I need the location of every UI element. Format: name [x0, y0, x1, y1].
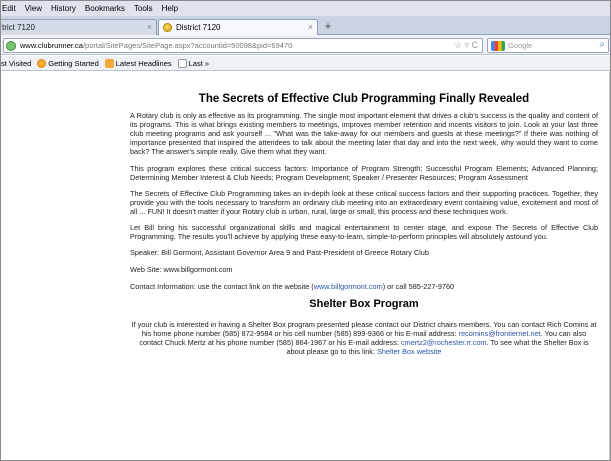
- url-action-icons[interactable]: ☆ ▿ C: [454, 40, 478, 51]
- search-placeholder: Google: [508, 41, 533, 50]
- menu-bar: Edit View History Bookmarks Tools Help: [1, 1, 610, 16]
- speaker-line: Speaker: Bill Gormont, Assistant Governo…: [130, 248, 429, 258]
- page-icon: [177, 58, 187, 68]
- tab-label: trict 7120: [2, 23, 35, 32]
- rss-icon: [104, 58, 114, 68]
- tab-strip: trict 7120 × District 7120 × +: [1, 16, 610, 35]
- intro-paragraph: A Rotary club is only as effective as it…: [130, 111, 598, 157]
- url-domain: www.clubrunner.ca: [20, 41, 83, 50]
- site-identity-icon[interactable]: [6, 40, 16, 51]
- bookmark-most-visited[interactable]: st Visited: [1, 59, 31, 68]
- contact-text: Contact Information: use the contact lin…: [130, 282, 314, 292]
- page-content: The Secrets of Effective Club Programmin…: [1, 72, 610, 460]
- firefox-icon: [37, 58, 47, 68]
- window-edge: [609, 72, 610, 460]
- bookmark-getting-started[interactable]: Getting Started: [37, 58, 99, 68]
- shelter-box-title: Shelter Box Program: [309, 297, 419, 310]
- shelter-box-website-link[interactable]: Shelter Box website: [377, 347, 442, 356]
- bookmarks-toolbar: st Visited Getting Started Latest Headli…: [1, 56, 610, 71]
- url-path: /portal/SitePages/SitePage.aspx?accounti…: [82, 41, 293, 50]
- menu-bookmarks[interactable]: Bookmarks: [85, 4, 125, 13]
- bookmark-label: st Visited: [1, 58, 32, 68]
- bookmark-label: Getting Started: [48, 58, 99, 68]
- address-bar[interactable]: www.clubrunner.ca/portal/SitePages/SiteP…: [3, 38, 483, 53]
- page-title: The Secrets of Effective Club Programmin…: [198, 93, 530, 105]
- bookmark-latest-headlines[interactable]: Latest Headlines: [104, 58, 172, 68]
- article: The Secrets of Effective Club Programmin…: [130, 93, 598, 363]
- billgormont-link[interactable]: www.billgormont.com: [314, 282, 383, 291]
- new-tab-button[interactable]: +: [321, 20, 335, 34]
- bill-paragraph: Let Bill bring his successful organizati…: [130, 223, 598, 242]
- close-icon[interactable]: ×: [308, 22, 313, 32]
- email-link-cmertz2[interactable]: cmertz2@rochester.rr.com: [401, 338, 487, 347]
- email-link-recomins[interactable]: recomins@frontiernet.net: [459, 329, 541, 338]
- rotary-favicon-icon: [163, 23, 172, 32]
- menu-tools[interactable]: Tools: [134, 4, 153, 13]
- search-input[interactable]: Google ⌕: [487, 38, 609, 53]
- website-line: Web Site: www.billgormont.com: [130, 265, 233, 275]
- navigation-bar: www.clubrunner.ca/portal/SitePages/SiteP…: [1, 35, 610, 55]
- success-factors-paragraph: This program explores these critical suc…: [130, 163, 598, 182]
- bookmark-label: Latest Headlines: [115, 58, 172, 68]
- bookmark-last[interactable]: Last »: [177, 58, 210, 68]
- tab-district-7120[interactable]: District 7120 ×: [158, 19, 318, 35]
- menu-help[interactable]: Help: [162, 4, 178, 13]
- menu-history[interactable]: History: [51, 4, 76, 13]
- close-icon[interactable]: ×: [147, 22, 152, 32]
- contact-line: Contact Information: use the contact lin…: [130, 282, 598, 291]
- menu-view[interactable]: View: [25, 4, 42, 13]
- menu-edit[interactable]: Edit: [2, 4, 16, 13]
- bookmark-label: Last »: [188, 58, 210, 68]
- shelter-box-paragraph: If your club is interested in having a S…: [130, 320, 598, 356]
- google-icon[interactable]: [491, 40, 505, 51]
- tab-district-7120-previous[interactable]: trict 7120 ×: [1, 19, 157, 35]
- search-icon[interactable]: ⌕: [599, 39, 605, 50]
- practices-paragraph: The Secrets of Effective Club Programmin…: [130, 188, 598, 216]
- contact-text: ) or call 585-227-9760: [382, 282, 455, 292]
- browser-window: Edit View History Bookmarks Tools Help t…: [0, 0, 611, 461]
- tab-label: District 7120: [176, 23, 221, 32]
